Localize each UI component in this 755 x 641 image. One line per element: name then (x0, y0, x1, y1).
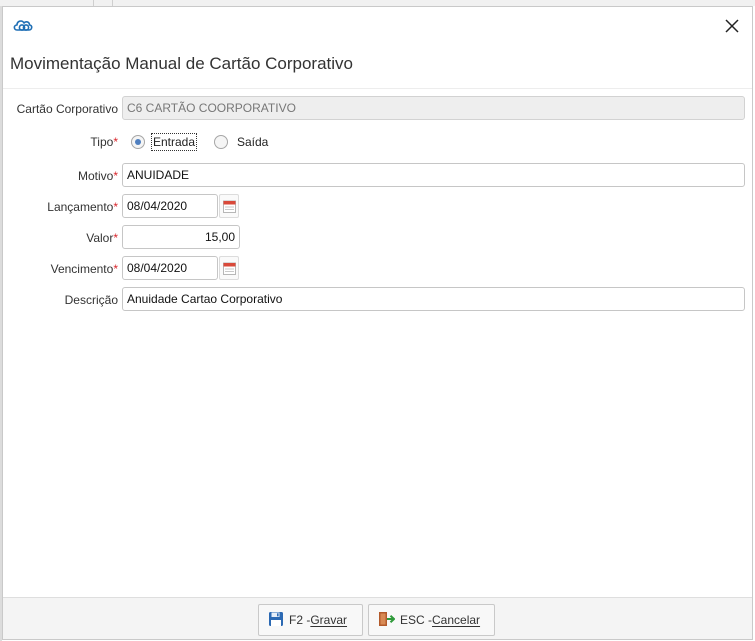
cancel-button[interactable]: ESC - Cancelar (368, 604, 495, 636)
motivo-value: ANUIDADE (127, 168, 190, 182)
radio-selected-dot (135, 139, 141, 145)
tipo-label: Tipo* (10, 135, 118, 149)
valor-value: 15,00 (204, 230, 235, 244)
motivo-label: Motivo* (10, 169, 118, 183)
tipo-label-text: Tipo (90, 135, 114, 149)
required-mark: * (113, 200, 118, 214)
cartao-label: Cartão Corporativo (10, 102, 118, 116)
descricao-label: Descrição (10, 293, 118, 307)
valor-label-text: Valor (86, 231, 114, 245)
vencimento-value: 08/04/2020 (127, 261, 188, 275)
cartao-value: C6 CARTÃO COORPORATIVO (127, 101, 296, 115)
radio-entrada-label[interactable]: Entrada (150, 133, 198, 151)
cartao-label-text: Cartão Corporativo (16, 102, 118, 116)
lancamento-calendar-button[interactable] (219, 194, 239, 218)
vencimento-label-text: Vencimento (50, 262, 114, 276)
vencimento-date-input[interactable]: 08/04/2020 (122, 256, 218, 280)
save-button[interactable]: F2 - Gravar (258, 604, 363, 636)
exit-door-icon (378, 611, 396, 630)
title-divider (3, 88, 752, 89)
movimentacao-dialog: Movimentação Manual de Cartão Corporativ… (2, 6, 753, 640)
close-icon[interactable] (722, 16, 742, 36)
calendar-icon (223, 200, 236, 213)
calendar-icon (223, 262, 236, 275)
save-button-label: Gravar (310, 613, 348, 627)
cancel-button-key: ESC - (400, 613, 433, 627)
save-button-key: F2 - (289, 613, 311, 627)
radio-saida-label[interactable]: Saída (237, 135, 268, 149)
required-mark: * (113, 135, 118, 149)
vencimento-calendar-button[interactable] (219, 256, 239, 280)
required-mark: * (113, 231, 118, 245)
lancamento-label: Lançamento* (10, 200, 118, 214)
valor-label: Valor* (10, 231, 118, 245)
dialog-footer: F2 - Gravar ESC - Cancelar (3, 598, 752, 639)
motivo-label-text: Motivo (77, 169, 114, 183)
valor-input[interactable]: 15,00 (122, 225, 240, 249)
descricao-value: Anuidade Cartao Corporativo (127, 292, 283, 306)
descricao-input[interactable]: Anuidade Cartao Corporativo (122, 287, 745, 311)
cartao-field[interactable]: C6 CARTÃO COORPORATIVO (122, 96, 745, 120)
lancamento-date-input[interactable]: 08/04/2020 (122, 194, 218, 218)
radio-saida[interactable] (214, 135, 228, 149)
dialog-title: Movimentação Manual de Cartão Corporativ… (10, 54, 354, 73)
cancel-button-label: Cancelar (432, 613, 481, 627)
motivo-input[interactable]: ANUIDADE (122, 163, 745, 187)
radio-entrada[interactable] (131, 135, 145, 149)
vencimento-label: Vencimento* (10, 262, 118, 276)
cloud-logo-icon (12, 15, 34, 35)
lancamento-label-text: Lançamento (47, 200, 114, 214)
floppy-disk-icon (268, 611, 284, 630)
lancamento-value: 08/04/2020 (127, 199, 188, 213)
required-mark: * (113, 262, 118, 276)
required-mark: * (113, 169, 118, 183)
descricao-label-text: Descrição (64, 293, 118, 307)
